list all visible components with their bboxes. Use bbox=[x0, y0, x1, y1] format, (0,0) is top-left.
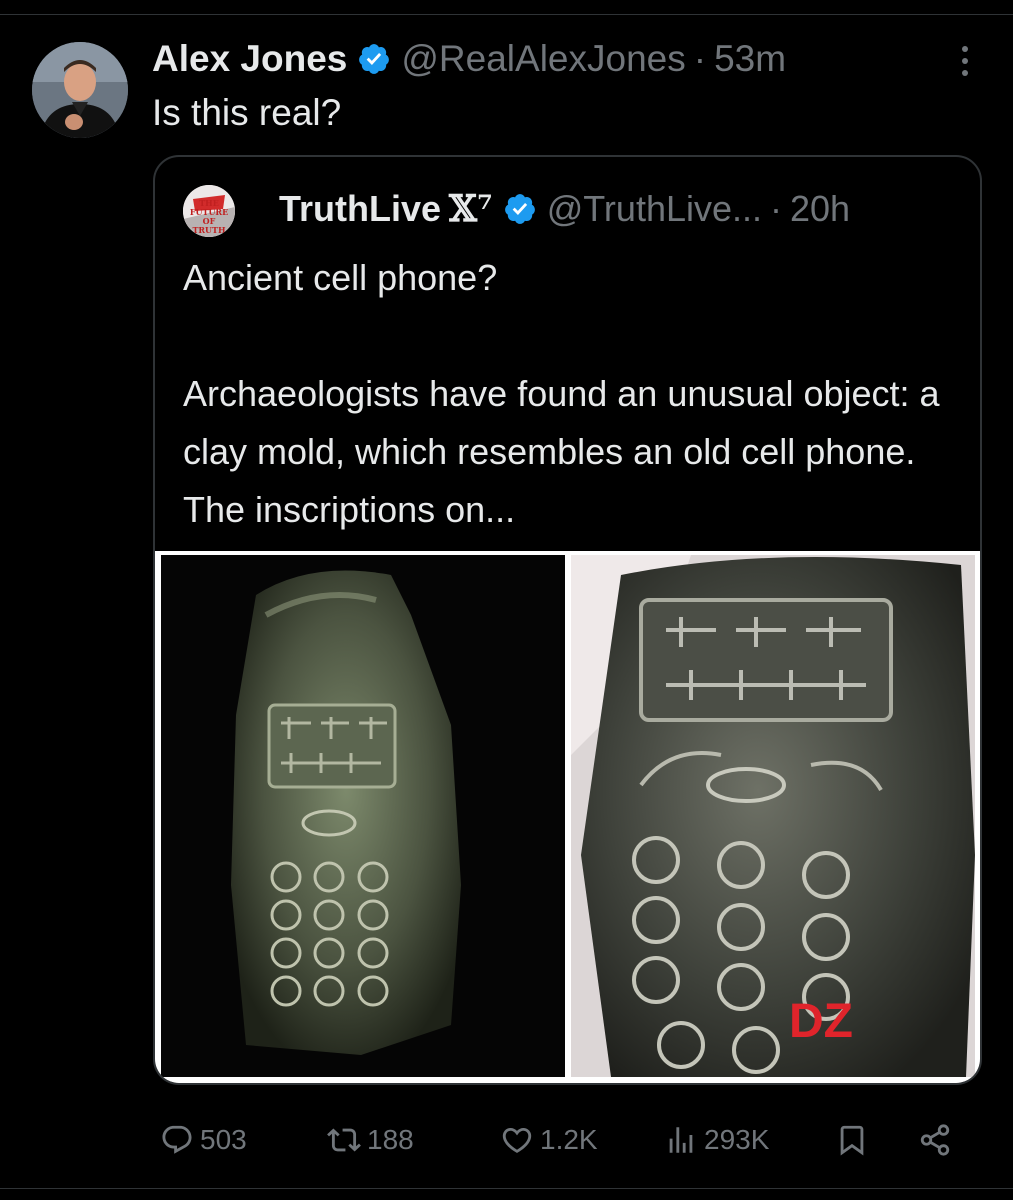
separator-dot: · bbox=[693, 38, 707, 79]
author-name[interactable]: Alex Jones bbox=[152, 38, 347, 80]
reply-count: 503 bbox=[200, 1124, 247, 1155]
quoted-tweet-card[interactable]: THE FUTURE OF TRUTH TruthLive 𝕏⁷ @TruthL… bbox=[153, 155, 982, 1085]
reply-icon bbox=[162, 1125, 192, 1154]
artifact-photo-left bbox=[161, 555, 565, 1077]
quote-verified-badge-icon[interactable] bbox=[503, 192, 537, 226]
heart-icon bbox=[502, 1127, 532, 1153]
share-icon bbox=[920, 1124, 950, 1156]
more-dot-icon bbox=[962, 46, 968, 52]
quote-avatar[interactable]: THE FUTURE OF TRUTH bbox=[183, 185, 235, 237]
tweet-time[interactable]: 53m bbox=[714, 38, 786, 80]
quote-x-badge: 𝕏⁷ bbox=[449, 188, 493, 230]
action-bar: 503 188 1.2K 293K bbox=[0, 1115, 1013, 1165]
like-count: 1.2K bbox=[540, 1124, 598, 1155]
quote-text: Ancient cell phone? Archaeologists have … bbox=[183, 257, 940, 530]
more-dot-icon bbox=[962, 58, 968, 64]
quote-author-name[interactable]: TruthLive bbox=[279, 188, 441, 230]
author-handle[interactable]: @RealAlexJones bbox=[401, 38, 685, 80]
quote-time[interactable]: 20h bbox=[790, 188, 850, 230]
avatar-photo bbox=[32, 42, 128, 138]
media-image-right[interactable]: DZ bbox=[571, 555, 975, 1077]
quote-avatar-text: THE FUTURE OF TRUTH bbox=[189, 198, 229, 235]
repost-count: 188 bbox=[367, 1124, 414, 1155]
quote-author-handle[interactable]: @TruthLive... bbox=[547, 188, 762, 230]
quote-separator-dot: · bbox=[770, 188, 783, 229]
quote-header: TruthLive 𝕏⁷ @TruthLive... · 20h bbox=[279, 184, 850, 234]
tweet-header: Alex Jones @RealAlexJones · 53m bbox=[152, 34, 786, 84]
bottom-divider bbox=[0, 1188, 1013, 1189]
reply-button[interactable]: 503 bbox=[160, 1115, 247, 1165]
bookmark-icon bbox=[840, 1125, 864, 1156]
quote-media-grid: DZ bbox=[155, 551, 980, 1083]
artifact-photo-right: DZ bbox=[571, 555, 975, 1077]
views-count: 293K bbox=[704, 1124, 770, 1155]
views-button[interactable]: 293K bbox=[664, 1115, 769, 1165]
more-options-button[interactable] bbox=[950, 40, 980, 84]
top-divider bbox=[0, 14, 1013, 15]
verified-badge-icon[interactable] bbox=[357, 42, 391, 76]
avatar[interactable] bbox=[32, 42, 128, 138]
share-button[interactable] bbox=[918, 1115, 958, 1165]
bookmark-button[interactable] bbox=[835, 1115, 875, 1165]
repost-button[interactable]: 188 bbox=[327, 1115, 414, 1165]
dz-watermark: DZ bbox=[789, 995, 853, 1048]
repost-icon bbox=[327, 1128, 361, 1152]
views-chart-icon bbox=[669, 1127, 693, 1153]
media-image-left[interactable] bbox=[161, 555, 565, 1077]
tweet-text: Is this real? bbox=[152, 92, 342, 133]
like-button[interactable]: 1.2K bbox=[500, 1115, 598, 1165]
more-dot-icon bbox=[962, 70, 968, 76]
